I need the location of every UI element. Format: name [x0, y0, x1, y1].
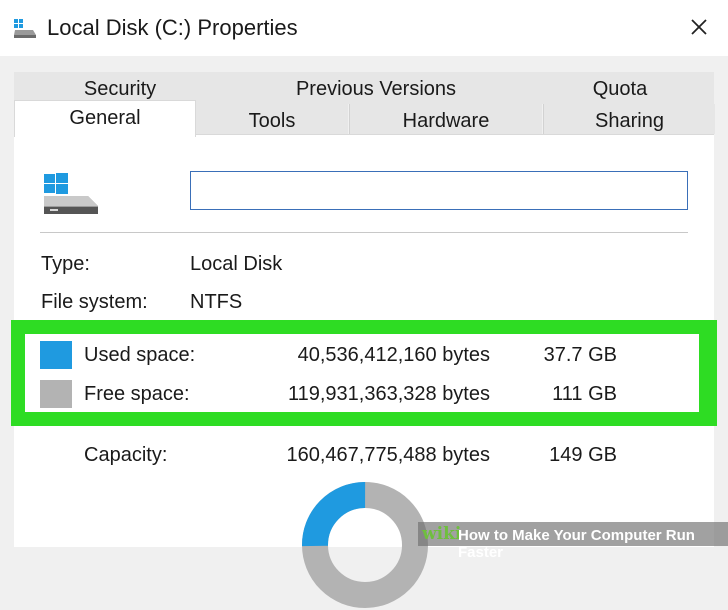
windows-logo-icon — [44, 173, 68, 194]
used-space-swatch — [40, 341, 72, 369]
capacity-gb: 149 GB — [549, 444, 617, 466]
tab-hardware[interactable]: Hardware — [349, 104, 542, 134]
tab-sharing[interactable]: Sharing — [543, 104, 715, 134]
capacity-bytes: 160,467,775,488 bytes — [286, 444, 490, 466]
filesystem-value: NTFS — [190, 291, 243, 313]
free-space-gb: 111 GB — [552, 383, 617, 405]
drive-name-field[interactable] — [190, 171, 688, 210]
drive-icon — [44, 173, 98, 214]
type-value: Local Disk — [190, 253, 283, 275]
used-space-bytes: 40,536,412,160 bytes — [297, 344, 490, 366]
type-label: Type: — [41, 253, 90, 275]
free-space-label: Free space: — [84, 383, 190, 405]
watermark-brand: wiki — [422, 524, 462, 544]
tab-previous-versions[interactable]: Previous Versions — [226, 72, 526, 104]
used-space-label: Used space: — [84, 344, 196, 366]
used-space-gb: 37.7 GB — [543, 344, 617, 366]
free-space-swatch — [40, 380, 72, 408]
free-space-bytes: 119,931,363,328 bytes — [287, 383, 490, 405]
title-bar: Local Disk (C:) Properties — [0, 0, 728, 56]
capacity-label: Capacity: — [84, 444, 168, 466]
window-title: Local Disk (C:) Properties — [47, 15, 298, 40]
divider — [40, 232, 688, 233]
close-icon[interactable] — [680, 8, 718, 46]
filesystem-label: File system: — [41, 291, 148, 313]
watermark-text: How to Make Your Computer Run Faster — [458, 527, 695, 561]
drive-title-icon — [14, 19, 36, 38]
disk-usage-donut — [302, 482, 428, 608]
tab-tools[interactable]: Tools — [195, 104, 348, 134]
tab-quota[interactable]: Quota — [526, 72, 714, 104]
tab-general[interactable]: General — [14, 100, 196, 137]
